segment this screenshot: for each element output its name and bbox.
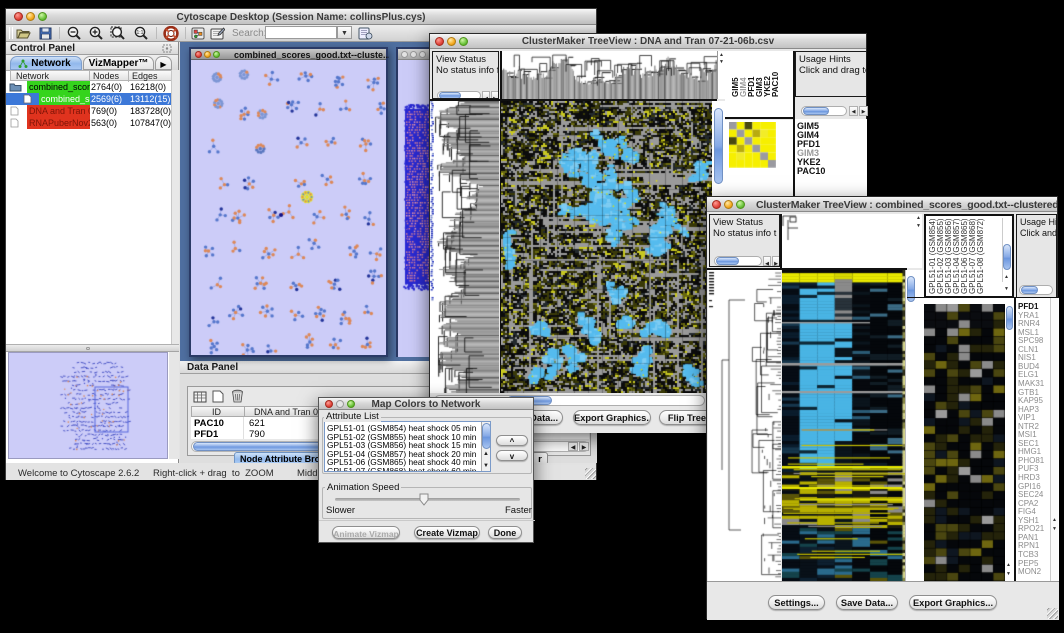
- svg-text:1:1: 1:1: [137, 30, 144, 36]
